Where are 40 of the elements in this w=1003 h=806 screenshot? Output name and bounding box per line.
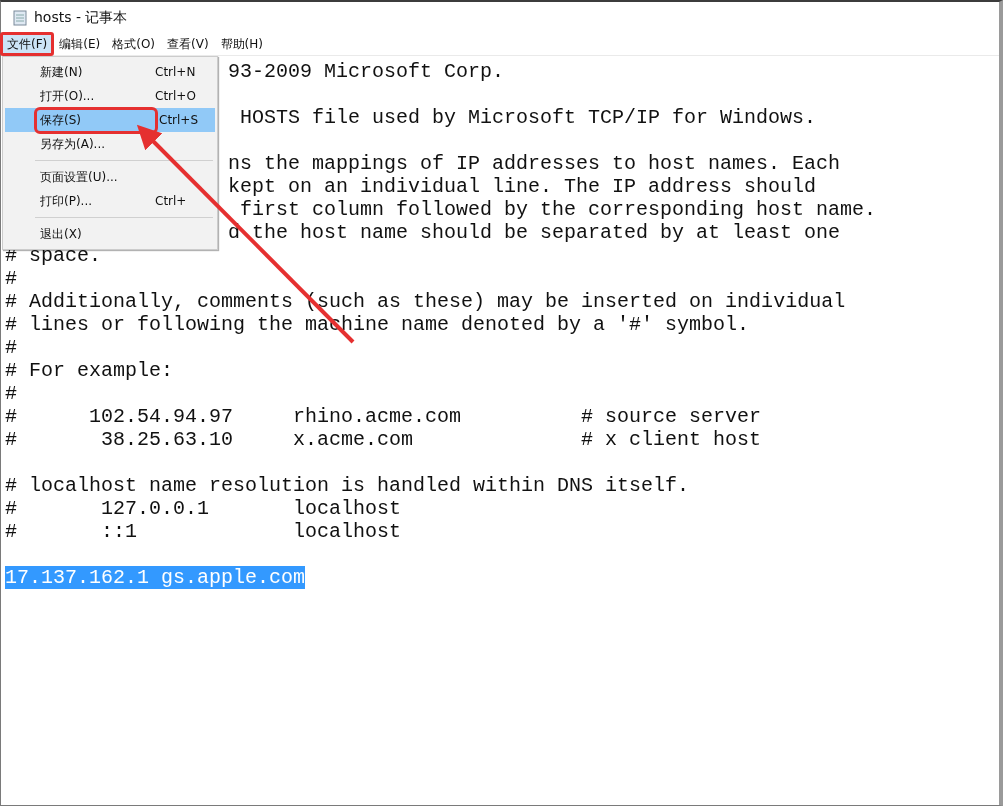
menu-item[interactable]: 文件(F) [1,33,54,55]
menu-option-label: 打印(P)... [39,192,94,210]
text-line: kept on an individual line. The IP address should [228,175,817,198]
menu-option-label: 打开(O)... [39,87,96,105]
text-line: # [5,336,17,359]
selected-text: 17.137.162.1 gs.apple.com [5,566,306,589]
menu-option[interactable]: 新建(N) Ctrl+N [5,60,215,84]
menu-item[interactable]: 编辑(E) [53,33,107,55]
text-line: # For example: [5,359,174,382]
text-line: ns the mappings of IP addresses to host names. Each [228,152,841,175]
menu-option-label: 另存为(A)... [39,135,106,153]
menu-option[interactable]: 保存(S) Ctrl+S [5,108,215,132]
menu-option-label: 保存(S) [37,109,155,131]
menu-option[interactable]: 另存为(A)... [5,132,215,156]
menu-option-label: 页面设置(U)... [39,168,119,186]
text-line: # 127.0.0.1 localhost [5,497,402,520]
menu-option[interactable]: 打开(O)... Ctrl+O [5,84,215,108]
text-line: 93-2009 Microsoft Corp. [228,60,505,83]
text-line: # [5,382,17,405]
shortcut-label: Ctrl+S [159,113,199,127]
shortcut-label: Ctrl+N [155,65,196,79]
text-line: first column followed by the corresponding host name. [239,198,877,221]
menu-item[interactable]: 格式(O) [106,33,162,55]
text-line: # 38.25.63.10 x.acme.com # x client host [5,428,762,451]
window-title: hosts - 记事本 [34,8,128,27]
notepad-icon [12,9,28,26]
menu-item[interactable]: 查看(V) [161,33,215,55]
text-line: # localhost name resolution is handled within DNS itself. [5,474,690,497]
text-line: # [5,267,17,290]
text-line: # 102.54.94.97 rhino.acme.com # source server [5,405,762,428]
shortcut-label: Ctrl+ [155,194,187,208]
text-line: HOSTS file used by Microsoft TCP/IP for Windows. [239,106,817,129]
menu-option-label: 新建(N) [39,63,84,81]
menu-option[interactable]: 退出(X) [5,222,215,246]
menu-option[interactable]: 打印(P)... Ctrl+ [5,189,215,213]
menu-option-label: 退出(X) [39,225,83,243]
text-line: # ::1 localhost [5,520,402,543]
menu-item[interactable]: 帮助(H) [214,33,269,55]
shortcut-label: Ctrl+O [155,89,196,103]
menu-option[interactable]: 页面设置(U)... [5,165,215,189]
